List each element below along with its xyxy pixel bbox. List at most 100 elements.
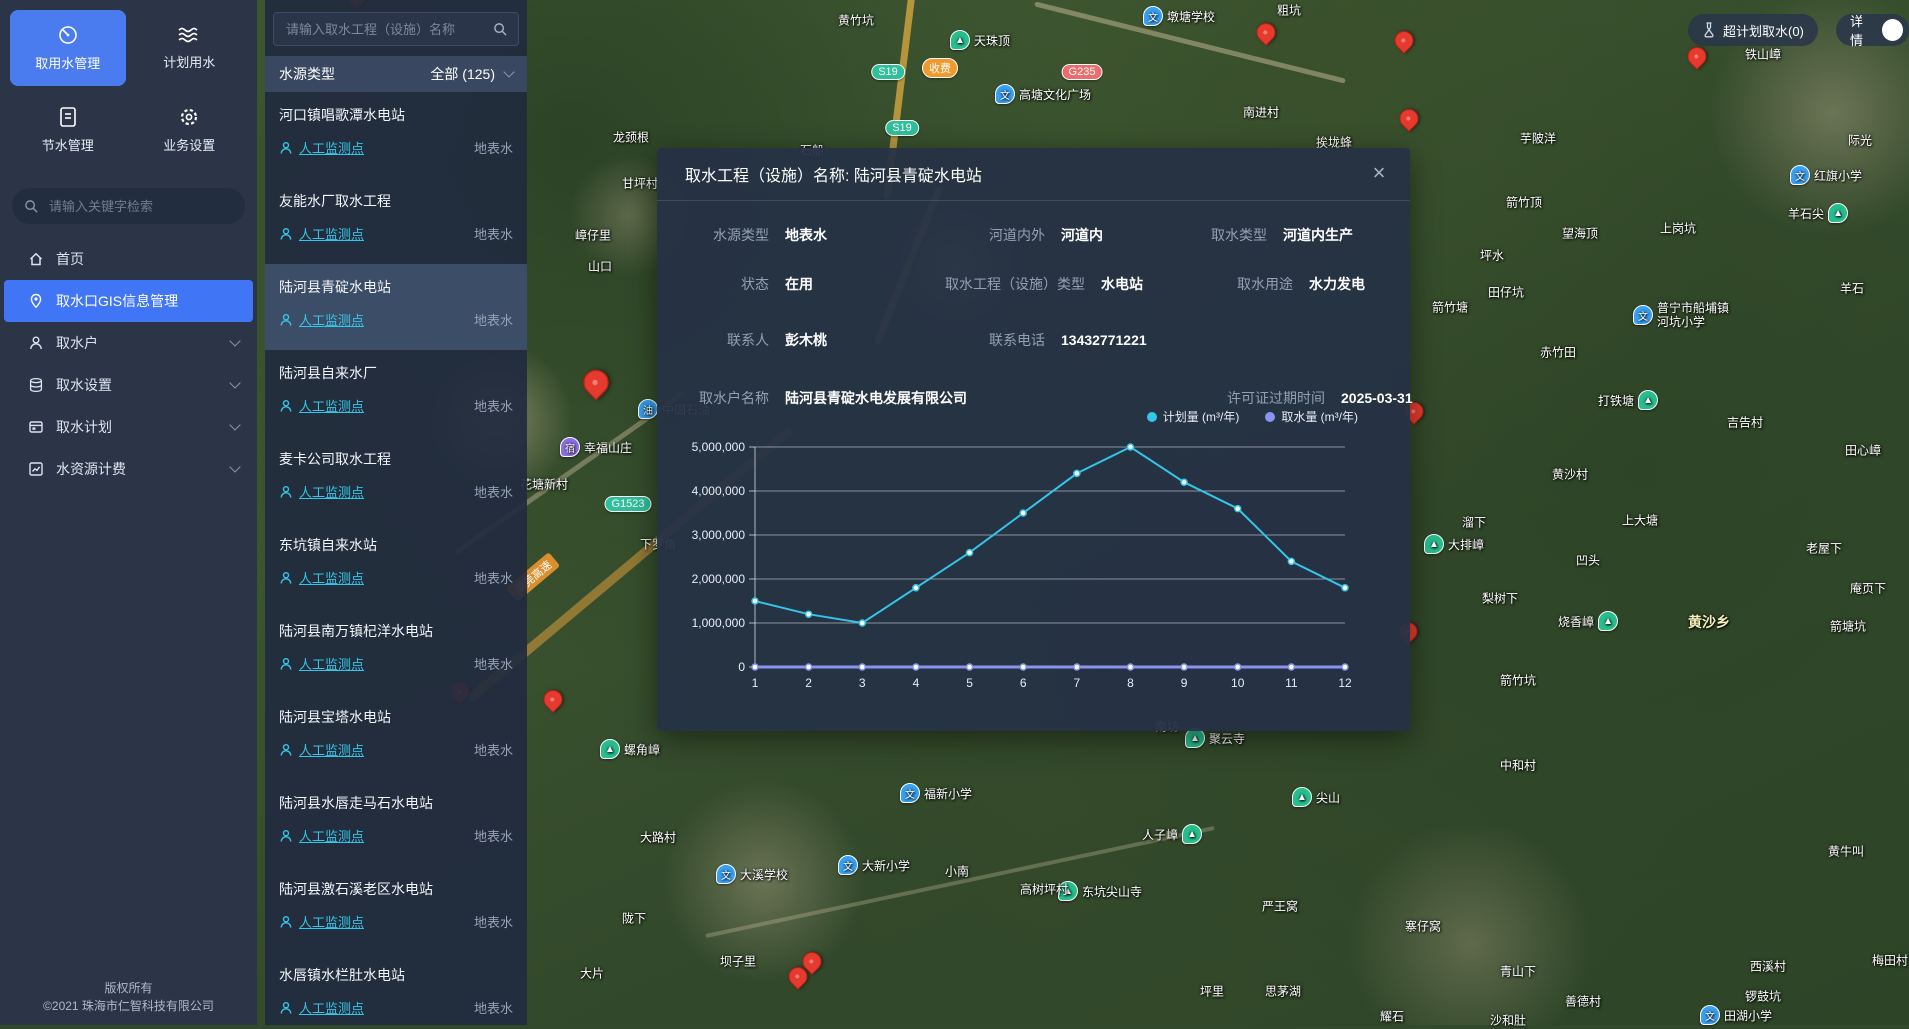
manual-monitor-link[interactable]: 人工监测点 <box>299 568 364 587</box>
manual-monitor-link[interactable]: 人工监测点 <box>299 740 364 759</box>
station-search-input[interactable] <box>284 21 493 38</box>
water-source-type: 地表水 <box>474 654 513 673</box>
sidebar-search[interactable] <box>12 188 245 224</box>
person-icon <box>279 571 293 585</box>
water-source-type: 地表水 <box>474 396 513 415</box>
chevron-down-icon <box>229 335 240 346</box>
manual-monitor-link[interactable]: 人工监测点 <box>299 912 364 931</box>
field-label: 取水用途 <box>1197 274 1309 294</box>
module-button-2[interactable]: 计划用水 <box>132 10 248 86</box>
station-search[interactable] <box>273 12 519 46</box>
map-poi-label: 田心嶂 <box>1845 442 1881 459</box>
sidebar-item-1[interactable]: 首页 <box>4 238 253 280</box>
station-list-item[interactable]: 河口镇唱歌潭水电站 人工监测点 地表水 <box>265 92 527 178</box>
map-marker-pin[interactable] <box>1391 27 1418 54</box>
person-icon <box>279 657 293 671</box>
school-icon: 文 <box>1790 165 1810 185</box>
svg-text:3: 3 <box>859 676 866 690</box>
map-poi-label: 溜下 <box>1462 514 1486 531</box>
map-poi-label: 箭塘坑 <box>1830 618 1866 635</box>
map-poi-label: 黄沙村 <box>1552 466 1588 483</box>
person-icon <box>279 313 293 327</box>
module-grid: 取用水管理 计划用水节水管理 业务设置 <box>0 0 257 172</box>
station-list-item[interactable]: 东坑镇自来水站 人工监测点 地表水 <box>265 522 527 608</box>
station-list-item[interactable]: 水唇镇水栏肚水电站 人工监测点 地表水 <box>265 952 527 1025</box>
legend-item[interactable]: 计划量 (m³/年) <box>1147 408 1240 425</box>
close-icon[interactable]: × <box>1366 160 1392 186</box>
station-list-item[interactable]: 友能水厂取水工程 人工监测点 地表水 <box>265 178 527 264</box>
sidebar-search-input[interactable] <box>47 198 231 215</box>
field-value: 水电站 <box>1101 274 1197 294</box>
field-label: 状态 <box>685 274 785 294</box>
map-poi-label: 铁山嶂 <box>1745 46 1781 63</box>
map-marker-pin[interactable] <box>1396 105 1423 132</box>
station-list-item[interactable]: 陆河县自来水厂 人工监测点 地表水 <box>265 350 527 436</box>
map-poi-label: 庵页下 <box>1850 580 1886 597</box>
legend-dot-icon <box>1265 412 1275 422</box>
module-label: 取用水管理 <box>35 53 100 72</box>
field-value: 水力发电 <box>1309 274 1365 294</box>
manual-monitor-link[interactable]: 人工监测点 <box>299 138 364 157</box>
manual-monitor-link[interactable]: 人工监测点 <box>299 826 364 845</box>
sidebar-item-2[interactable]: 取水口GIS信息管理 <box>4 280 253 322</box>
detail-toggle[interactable]: 详情 <box>1836 14 1909 46</box>
water-source-type: 地表水 <box>474 740 513 759</box>
svg-text:3,000,000: 3,000,000 <box>692 528 746 542</box>
school-icon: 文 <box>838 855 858 875</box>
module-label: 计划用水 <box>163 52 215 71</box>
sidebar-item-label: 取水计划 <box>56 417 112 437</box>
map-marker-pin[interactable] <box>1253 19 1280 46</box>
water-source-type: 地表水 <box>474 998 513 1017</box>
station-list-item[interactable]: 陆河县南万镇杞洋水电站 人工监测点 地表水 <box>265 608 527 694</box>
map-poi-label: 坝子里 <box>720 953 756 970</box>
station-name: 水唇镇水栏肚水电站 <box>279 965 513 985</box>
manual-monitor-link[interactable]: 人工监测点 <box>299 396 364 415</box>
module-button-4[interactable]: 业务设置 <box>132 92 248 168</box>
map-poi-label: 芋陂洋 <box>1520 130 1556 147</box>
mountain-icon: ▲ <box>1292 787 1312 807</box>
field-value: 河道内生产 <box>1283 225 1353 245</box>
module-button-1[interactable]: 取用水管理 <box>10 10 126 86</box>
mountain-icon: ▲ <box>1182 824 1202 844</box>
module-label: 业务设置 <box>163 135 215 154</box>
line-chart-svg: 01,000,0002,000,0003,000,0004,000,0005,0… <box>657 424 1410 724</box>
culture-icon: 文 <box>995 84 1015 104</box>
sidebar: 取用水管理 计划用水节水管理 业务设置 首页取水口GIS信息管理取水户取水设置取水计… <box>0 0 257 1025</box>
svg-text:12: 12 <box>1338 676 1352 690</box>
chevron-down-icon <box>503 66 514 77</box>
station-list-item[interactable]: 麦卡公司取水工程 人工监测点 地表水 <box>265 436 527 522</box>
field-label: 取水工程（设施）类型 <box>915 274 1101 294</box>
station-list-item[interactable]: 陆河县宝塔水电站 人工监测点 地表水 <box>265 694 527 780</box>
sidebar-item-3[interactable]: 取水户 <box>4 322 253 364</box>
sidebar-item-4[interactable]: 取水设置 <box>4 364 253 406</box>
legend-item[interactable]: 取水量 (m³/年) <box>1265 408 1358 425</box>
pin-icon <box>28 293 44 309</box>
map-poi-label: 梅田村 <box>1872 952 1908 969</box>
modal-field: 联系电话13432771221 <box>915 330 1147 350</box>
map-marker-pin[interactable] <box>1684 43 1711 70</box>
map-marker-pin[interactable] <box>540 686 567 713</box>
search-icon[interactable] <box>493 22 508 37</box>
station-list-item[interactable]: 陆河县激石溪老区水电站 人工监测点 地表水 <box>265 866 527 952</box>
water-source-filter[interactable]: 水源类型 全部 (125) <box>265 56 527 92</box>
map-poi-label: 箭竹坑 <box>1500 672 1536 689</box>
over-plan-intake-button[interactable]: 超计划取水(0) <box>1688 14 1818 46</box>
manual-monitor-link[interactable]: 人工监测点 <box>299 310 364 329</box>
station-list-item[interactable]: 陆河县水唇走马石水电站 人工监测点 地表水 <box>265 780 527 866</box>
manual-monitor-link[interactable]: 人工监测点 <box>299 654 364 673</box>
manual-monitor-link[interactable]: 人工监测点 <box>299 482 364 501</box>
station-list-item[interactable]: 陆河县青碇水电站 人工监测点 地表水 <box>265 264 527 350</box>
module-button-3[interactable]: 节水管理 <box>10 92 126 168</box>
manual-monitor-link[interactable]: 人工监测点 <box>299 224 364 243</box>
module-label: 节水管理 <box>42 135 94 154</box>
map-poi-label: 文田湖小学 <box>1700 1005 1772 1025</box>
sidebar-item-label: 取水口GIS信息管理 <box>56 291 178 311</box>
field-label: 水源类型 <box>685 225 785 245</box>
sidebar-item-6[interactable]: 水资源计费 <box>4 448 253 490</box>
map-poi-label: ▲螺角嶂 <box>600 739 660 759</box>
map-poi-label: 龙颈根 <box>613 129 649 146</box>
sidebar-item-5[interactable]: 取水计划 <box>4 406 253 448</box>
map-marker-pin[interactable] <box>578 364 614 400</box>
manual-monitor-link[interactable]: 人工监测点 <box>299 998 364 1017</box>
toggle-knob[interactable] <box>1882 19 1903 41</box>
